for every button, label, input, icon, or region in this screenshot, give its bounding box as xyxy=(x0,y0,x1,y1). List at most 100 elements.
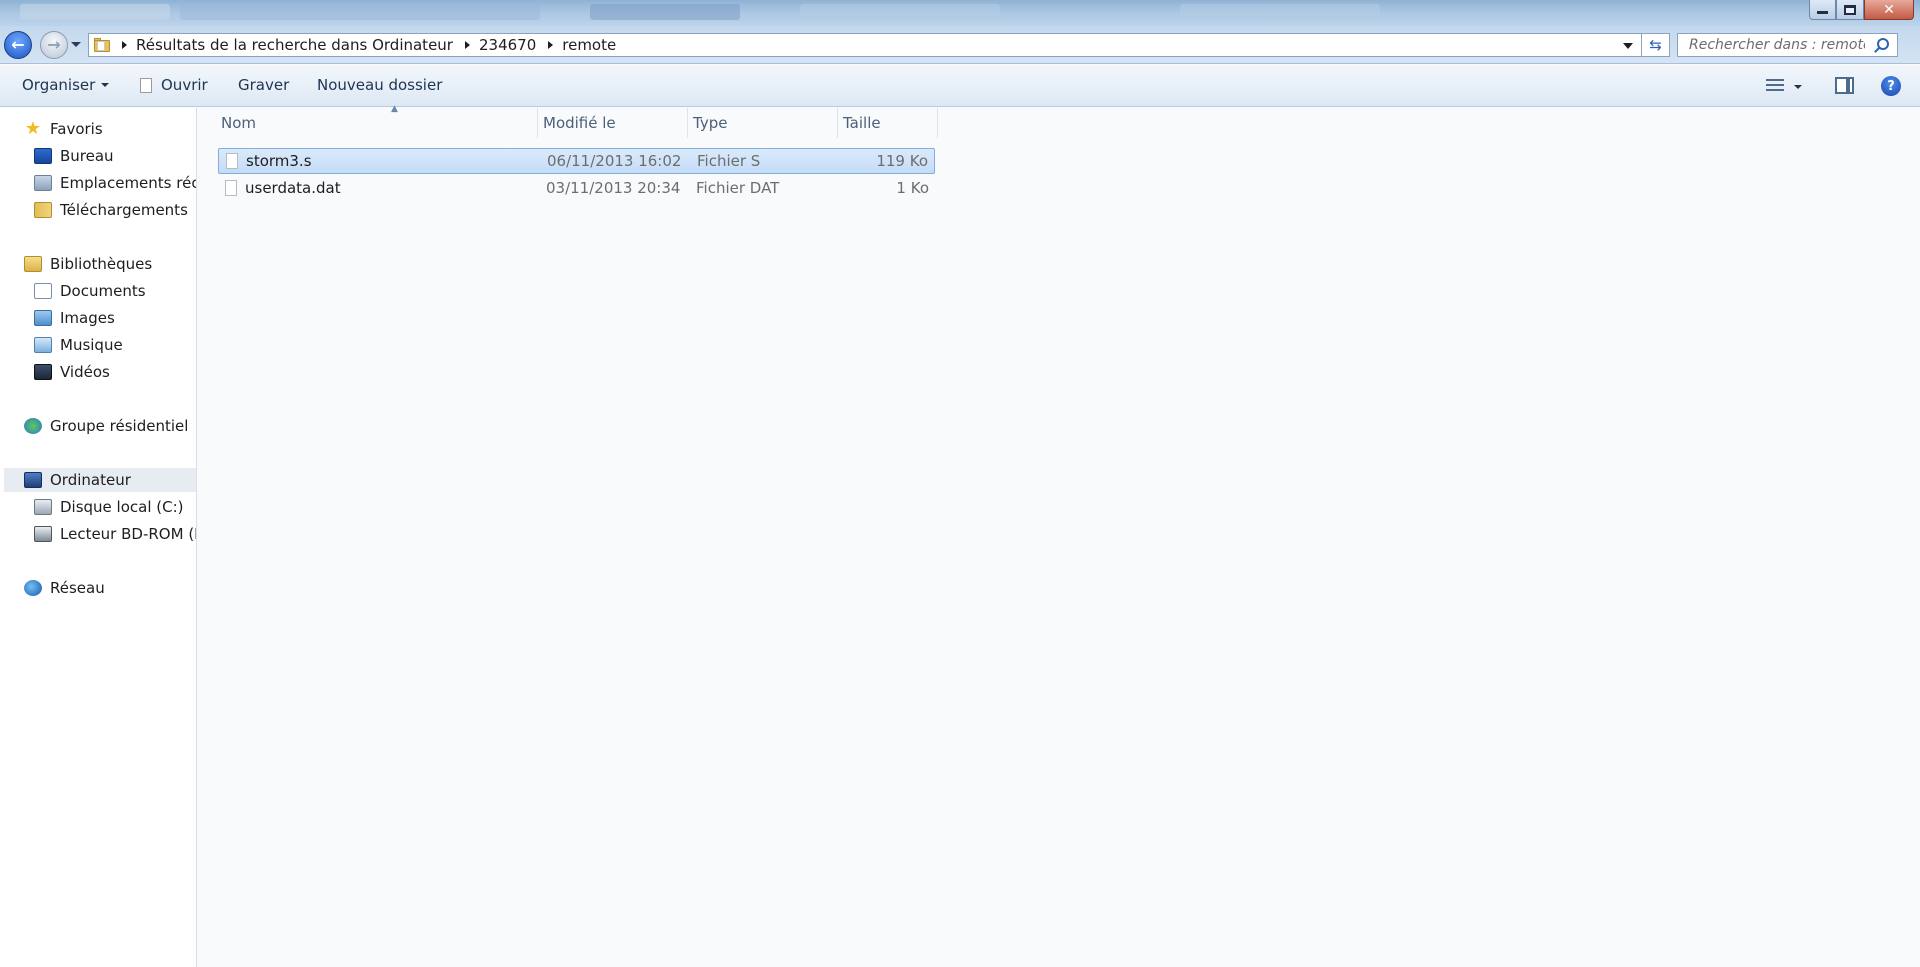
minimize-button[interactable] xyxy=(1809,0,1836,20)
blurred-tab xyxy=(20,4,170,20)
open-button[interactable]: Ouvrir xyxy=(140,76,208,94)
file-row[interactable]: userdata.dat 03/11/2013 20:34 Fichier DA… xyxy=(218,175,935,201)
sidebar-item-recent-places[interactable]: Emplacements récen xyxy=(34,171,196,195)
navigation-pane: ★ Favoris Bureau Emplacements récen Télé… xyxy=(0,108,197,967)
sidebar-item-music[interactable]: Musique xyxy=(34,333,123,357)
videos-icon xyxy=(34,364,52,380)
sidebar-label: Bibliothèques xyxy=(50,255,153,273)
sidebar-item-favorites[interactable]: ★ Favoris xyxy=(24,117,103,141)
documents-icon xyxy=(34,283,52,299)
file-type: Fichier S xyxy=(697,152,761,170)
breadcrumb-234670[interactable]: 234670 xyxy=(479,36,536,54)
command-bar: Organiser Ouvrir Graver Nouveau dossier … xyxy=(0,65,1920,107)
file-type: Fichier DAT xyxy=(696,179,780,197)
column-header-name[interactable]: Nom xyxy=(216,108,538,138)
column-header-type[interactable]: Type xyxy=(688,108,838,138)
file-icon xyxy=(225,180,237,196)
sort-ascending-icon: ▲ xyxy=(391,104,398,114)
sidebar-item-videos[interactable]: Vidéos xyxy=(34,360,110,384)
column-label: Nom xyxy=(221,114,257,132)
sidebar-item-images[interactable]: Images xyxy=(34,306,115,330)
file-modified: 06/11/2013 16:02 xyxy=(547,152,682,170)
search-box[interactable] xyxy=(1677,33,1898,57)
breadcrumb-remote[interactable]: remote xyxy=(562,36,616,54)
new-folder-button[interactable]: Nouveau dossier xyxy=(317,76,442,94)
search-icon[interactable] xyxy=(1877,38,1889,50)
file-list: Nom ▲ Modifié le Type Taille storm3.s 06… xyxy=(198,104,1920,967)
view-dropdown-icon[interactable] xyxy=(1794,85,1802,89)
sidebar-label: Téléchargements xyxy=(60,201,188,219)
file-row[interactable]: storm3.s 06/11/2013 16:02 Fichier S 119 … xyxy=(218,148,935,174)
file-name: userdata.dat xyxy=(245,179,341,197)
optical-drive-icon xyxy=(34,526,52,542)
column-label: Taille xyxy=(843,114,881,132)
burn-label: Graver xyxy=(238,76,290,94)
blurred-tab xyxy=(180,4,540,20)
column-label: Modifié le xyxy=(543,114,616,132)
file-size: 119 Ko xyxy=(876,152,928,170)
blurred-tab xyxy=(1180,4,1380,20)
file-icon xyxy=(140,77,152,93)
blurred-tab xyxy=(590,4,740,20)
recent-places-icon xyxy=(34,175,52,191)
address-bar[interactable]: Résultats de la recherche dans Ordinateu… xyxy=(88,33,1642,57)
network-icon xyxy=(24,580,42,596)
sidebar-item-network[interactable]: Réseau xyxy=(24,576,105,600)
organize-label: Organiser xyxy=(22,76,96,94)
search-input[interactable] xyxy=(1687,36,1867,54)
sidebar-label: Bureau xyxy=(60,147,114,165)
back-arrow-icon: ← xyxy=(11,35,25,54)
file-icon xyxy=(226,153,238,169)
sidebar-label: Emplacements récen xyxy=(60,174,196,192)
breadcrumb-search-results[interactable]: Résultats de la recherche dans Ordinateu… xyxy=(136,36,453,54)
chevron-down-icon xyxy=(101,83,110,87)
preview-pane-icon[interactable] xyxy=(1835,77,1854,94)
sidebar-label: Documents xyxy=(60,282,146,300)
star-icon: ★ xyxy=(24,118,42,139)
column-header-size[interactable]: Taille xyxy=(838,108,938,138)
refresh-icon: ⇆ xyxy=(1649,36,1662,54)
forward-button[interactable]: → xyxy=(40,31,68,59)
sidebar-item-bureau[interactable]: Bureau xyxy=(34,144,114,168)
column-label: Type xyxy=(693,114,728,132)
file-size: 1 Ko xyxy=(896,179,929,197)
downloads-folder-icon xyxy=(34,202,52,218)
sidebar-label: Images xyxy=(60,309,115,327)
blurred-tab xyxy=(800,4,1000,20)
sidebar-label: Favoris xyxy=(50,120,103,138)
view-options-icon[interactable] xyxy=(1766,78,1784,94)
history-dropdown-icon[interactable] xyxy=(71,42,81,47)
pictures-icon xyxy=(34,310,52,326)
open-label: Ouvrir xyxy=(161,76,208,94)
sidebar-label: Groupe résidentiel xyxy=(50,417,189,435)
refresh-button[interactable]: ⇆ xyxy=(1642,33,1670,57)
column-header-modified[interactable]: Modifié le xyxy=(538,108,688,138)
maximize-button[interactable] xyxy=(1836,0,1864,20)
forward-arrow-icon: → xyxy=(47,35,61,54)
breadcrumb-separator-icon[interactable] xyxy=(548,41,554,49)
file-name: storm3.s xyxy=(246,152,312,170)
sidebar-item-bd-drive[interactable]: Lecteur BD-ROM (E:) xyxy=(34,522,196,546)
back-button[interactable]: ← xyxy=(4,31,32,59)
title-bar: ✕ xyxy=(0,0,1920,26)
breadcrumb-separator-icon[interactable] xyxy=(464,41,470,49)
burn-button[interactable]: Graver xyxy=(238,76,289,94)
sidebar-item-documents[interactable]: Documents xyxy=(34,279,146,303)
sidebar-item-local-disk[interactable]: Disque local (C:) xyxy=(34,495,184,519)
computer-icon xyxy=(24,472,42,488)
sidebar-item-computer[interactable]: Ordinateur xyxy=(4,468,196,492)
close-button[interactable]: ✕ xyxy=(1864,0,1914,20)
music-icon xyxy=(34,337,52,353)
sidebar-item-libraries[interactable]: Bibliothèques xyxy=(24,252,152,276)
sidebar-label: Ordinateur xyxy=(50,471,131,489)
sidebar-item-downloads[interactable]: Téléchargements xyxy=(34,198,188,222)
sidebar-label: Disque local (C:) xyxy=(60,498,184,516)
window-controls: ✕ xyxy=(1809,0,1914,20)
breadcrumb-separator-icon[interactable] xyxy=(122,41,127,49)
address-dropdown-icon[interactable] xyxy=(1623,43,1633,49)
help-icon[interactable]: ? xyxy=(1881,76,1901,96)
close-icon: ✕ xyxy=(1883,1,1895,18)
sidebar-item-homegroup[interactable]: Groupe résidentiel xyxy=(24,414,188,438)
sidebar-label: Réseau xyxy=(50,579,105,597)
organize-button[interactable]: Organiser xyxy=(22,76,110,94)
